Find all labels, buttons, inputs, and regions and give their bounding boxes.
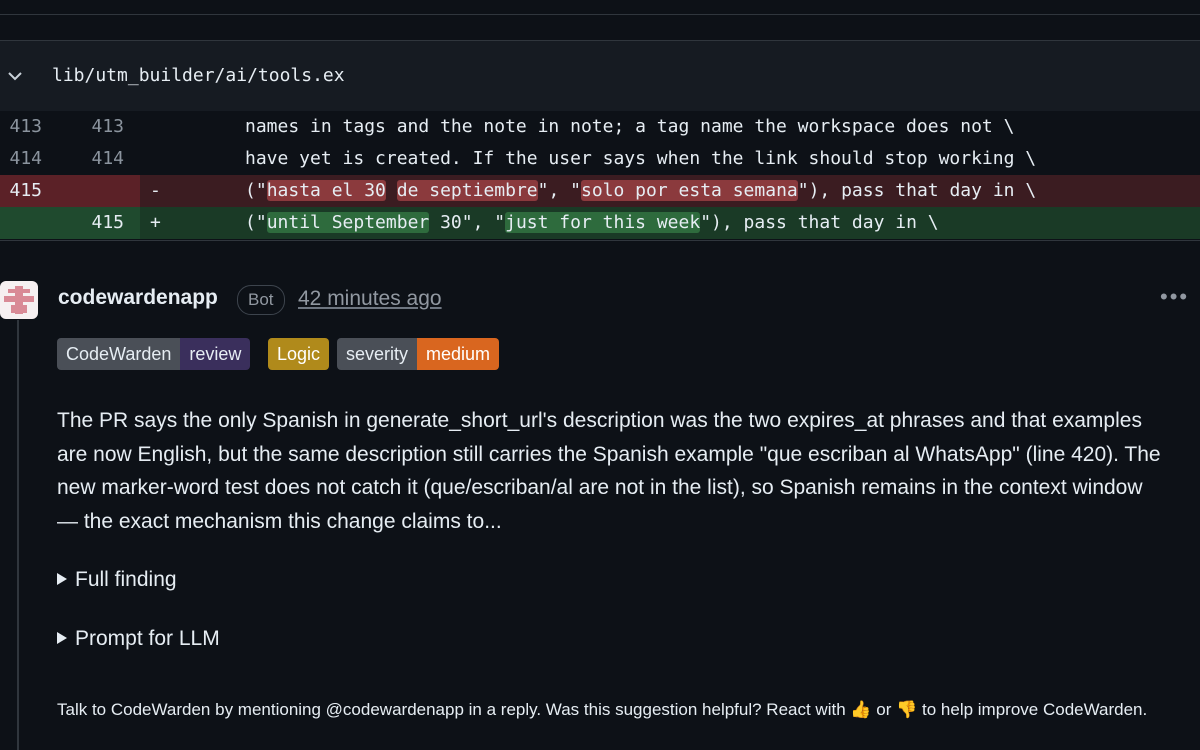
new-line-number[interactable]: 414 <box>70 143 124 175</box>
code-text: have yet is created. If the user says wh… <box>245 148 1037 169</box>
word-highlight: solo por esta semana <box>581 180 798 201</box>
code-text: names in tags and the note in note; a ta… <box>245 116 1015 137</box>
chevron-down-icon[interactable] <box>6 67 24 85</box>
comment-timestamp[interactable]: 42 minutes ago <box>298 287 442 311</box>
comment-author[interactable]: codewardenapp <box>58 286 218 310</box>
old-line-number[interactable]: 415 <box>0 175 42 207</box>
diff-sign: + <box>150 212 161 233</box>
code-text: ("hasta el 30 de septiembre", "solo por … <box>245 180 1037 201</box>
diff-bottom-border <box>0 240 1200 241</box>
diff-hunk: 413 413 names in tags and the note in no… <box>0 111 1200 239</box>
file-path[interactable]: lib/utm_builder/ai/tools.ex <box>52 65 345 86</box>
bot-badge: Bot <box>237 285 285 315</box>
diff-line-deleted: 415 - ("hasta el 30 de septiembre", "sol… <box>0 175 1200 207</box>
codewarden-review-badge: CodeWarden review <box>57 338 251 370</box>
disclosure-triangle-icon <box>57 573 67 585</box>
diff-sign: - <box>150 180 161 201</box>
diff-line: 414 414 have yet is created. If the user… <box>0 143 1200 175</box>
comment-footer: Talk to CodeWarden by mentioning @codewa… <box>57 700 1148 719</box>
full-finding-toggle[interactable]: Full finding <box>57 568 177 592</box>
new-line-number[interactable]: 413 <box>70 111 124 143</box>
avatar[interactable] <box>0 281 38 319</box>
comment-body: The PR says the only Spanish in generate… <box>57 409 1161 533</box>
old-line-number[interactable]: 414 <box>0 143 42 175</box>
file-header: lib/utm_builder/ai/tools.ex <box>0 40 1200 112</box>
logic-badge: Logic <box>268 338 330 370</box>
more-options-icon[interactable]: ••• <box>1160 286 1190 308</box>
word-highlight: de septiembre <box>396 180 538 201</box>
severity-badge: severity medium <box>337 338 500 370</box>
diff-line: 413 413 names in tags and the note in no… <box>0 111 1200 143</box>
prompt-for-llm-toggle[interactable]: Prompt for LLM <box>57 627 220 651</box>
word-highlight: until September <box>266 212 430 233</box>
word-highlight: just for this week <box>505 212 701 233</box>
diff-line-added: 415 + ("until September 30", "just for t… <box>0 207 1200 239</box>
codewarden-logo-icon <box>4 286 34 314</box>
new-line-number[interactable]: 415 <box>70 207 124 239</box>
code-text: ("until September 30", "just for this we… <box>245 212 939 233</box>
old-line-number[interactable]: 413 <box>0 111 42 143</box>
comment-timeline <box>17 320 19 750</box>
top-divider <box>0 0 1200 15</box>
disclosure-triangle-icon <box>57 632 67 644</box>
word-highlight: hasta el 30 <box>266 180 386 201</box>
